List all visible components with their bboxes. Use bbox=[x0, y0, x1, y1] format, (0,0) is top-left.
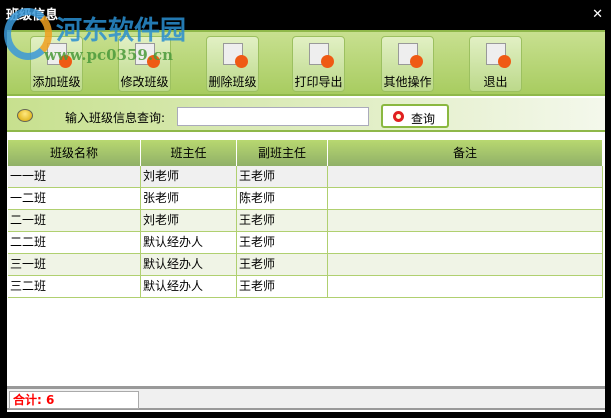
close-button[interactable]: ✕ bbox=[592, 7, 603, 22]
table-cell: 王老师 bbox=[237, 276, 328, 297]
table-row[interactable]: 一一班 刘老师 王老师 bbox=[8, 166, 603, 188]
table-cell: 刘老师 bbox=[141, 166, 237, 187]
add-class-button[interactable]: 添加班级 bbox=[30, 36, 83, 92]
search-input[interactable] bbox=[177, 107, 369, 126]
exit-icon bbox=[485, 43, 511, 68]
table-row[interactable]: 二一班 刘老师 王老师 bbox=[8, 210, 603, 232]
total-count: 合计: 6 bbox=[9, 391, 139, 409]
table-cell bbox=[328, 232, 603, 253]
edit-icon bbox=[134, 43, 160, 68]
table-cell: 一一班 bbox=[8, 166, 141, 187]
table-cell bbox=[328, 166, 603, 187]
table-cell: 三二班 bbox=[8, 276, 141, 297]
other-actions-button[interactable]: 其他操作 bbox=[381, 36, 434, 92]
table-cell bbox=[328, 254, 603, 275]
column-header[interactable]: 备注 bbox=[328, 140, 603, 166]
column-header[interactable]: 副班主任 bbox=[237, 140, 328, 166]
edit-class-button[interactable]: 修改班级 bbox=[118, 36, 171, 92]
table-cell: 二一班 bbox=[8, 210, 141, 231]
add-icon bbox=[46, 43, 72, 68]
table-row[interactable]: 三一班 默认经办人 王老师 bbox=[8, 254, 603, 276]
table-cell: 王老师 bbox=[237, 254, 328, 275]
table-cell: 刘老师 bbox=[141, 210, 237, 231]
table-cell: 王老师 bbox=[237, 232, 328, 253]
table-cell bbox=[328, 210, 603, 231]
column-header[interactable]: 班级名称 bbox=[8, 140, 141, 166]
class-table: 班级名称 班主任 副班主任 备注 一一班 刘老师 王老师 一二班 张老师 陈老师 二一班 刘老… bbox=[8, 140, 603, 298]
table-cell: 王老师 bbox=[237, 210, 328, 231]
table-cell bbox=[328, 188, 603, 209]
table-cell bbox=[328, 276, 603, 297]
table-row[interactable]: 一二班 张老师 陈老师 bbox=[8, 188, 603, 210]
print-export-button[interactable]: 打印导出 bbox=[292, 36, 345, 92]
main-frame: 添加班级 修改班级 删除班级 打印导出 其他操作 退出 输入班级信息查询: 查询… bbox=[7, 30, 605, 412]
table-cell: 默认经办人 bbox=[141, 232, 237, 253]
table-cell: 默认经办人 bbox=[141, 276, 237, 297]
search-button[interactable]: 查询 bbox=[381, 104, 449, 128]
search-icon bbox=[393, 111, 404, 122]
search-label: 输入班级信息查询: bbox=[65, 111, 166, 125]
delete-class-button[interactable]: 删除班级 bbox=[206, 36, 259, 92]
search-bar: 输入班级信息查询: 查询 bbox=[7, 98, 605, 132]
table-cell: 二二班 bbox=[8, 232, 141, 253]
table-cell: 三一班 bbox=[8, 254, 141, 275]
table-row[interactable]: 三二班 默认经办人 王老师 bbox=[8, 276, 603, 298]
exit-button[interactable]: 退出 bbox=[469, 36, 522, 92]
table-cell: 张老师 bbox=[141, 188, 237, 209]
table-header: 班级名称 班主任 副班主任 备注 bbox=[8, 140, 603, 166]
status-light-icon bbox=[17, 109, 33, 122]
column-header[interactable]: 班主任 bbox=[141, 140, 237, 166]
table-cell: 一二班 bbox=[8, 188, 141, 209]
print-export-icon bbox=[308, 43, 334, 68]
table-row[interactable]: 二二班 默认经办人 王老师 bbox=[8, 232, 603, 254]
window-title: 班级信息 bbox=[6, 8, 59, 23]
delete-icon bbox=[222, 43, 248, 68]
toolbar: 添加班级 修改班级 删除班级 打印导出 其他操作 退出 bbox=[7, 30, 605, 96]
table-cell: 默认经办人 bbox=[141, 254, 237, 275]
status-bar: 合计: 6 bbox=[7, 386, 605, 410]
other-icon bbox=[397, 43, 423, 68]
table-cell: 王老师 bbox=[237, 166, 328, 187]
table-cell: 陈老师 bbox=[237, 188, 328, 209]
